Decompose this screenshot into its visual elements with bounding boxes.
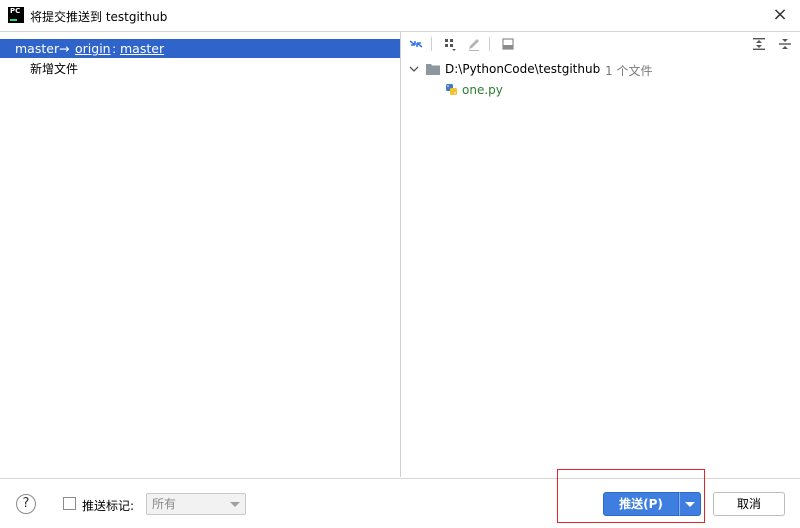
title-bar: PC 将提交推送到 testgithub × (0, 0, 800, 32)
changes-toolbar (401, 32, 800, 56)
commit-list-item[interactable]: 新增文件 (30, 61, 78, 77)
commits-panel: master → origin : master 新增文件 (0, 32, 401, 477)
push-tags-checkbox[interactable] (63, 497, 76, 510)
push-tags-label: 推送标记: (82, 499, 135, 513)
caret-down-icon (685, 502, 695, 507)
push-arrow: → (59, 41, 70, 56)
push-button[interactable]: 推送(P) (603, 492, 679, 516)
file-name: one.py (462, 83, 503, 97)
commit-details-icon[interactable] (500, 36, 516, 52)
help-button[interactable]: ? (16, 494, 36, 514)
changes-panel: D:\PythonCode\testgithub 1 个文件 one.py (401, 32, 800, 477)
collapse-all-icon[interactable] (777, 36, 793, 52)
push-options-dropdown[interactable] (679, 492, 701, 516)
window-title: 将提交推送到 testgithub (30, 10, 168, 24)
edit-icon[interactable] (466, 36, 482, 52)
pycharm-logo-icon: PC (8, 7, 24, 23)
compare-icon[interactable] (408, 36, 424, 52)
logo-text: PC (10, 7, 21, 15)
remote-branch-link[interactable]: master (120, 39, 164, 58)
python-file-icon (446, 84, 457, 95)
tree-root-node[interactable]: D:\PythonCode\testgithub 1 个文件 (407, 62, 797, 78)
tags-select-value: 所有 (152, 497, 177, 511)
chevron-down-icon[interactable] (409, 64, 419, 74)
local-branch: master (15, 41, 60, 56)
remote-link[interactable]: origin (75, 39, 111, 58)
close-button[interactable]: × (770, 5, 790, 25)
tags-select[interactable]: 所有 (146, 493, 246, 515)
root-path: D:\PythonCode\testgithub (445, 62, 601, 76)
folder-icon (426, 64, 440, 75)
branch-push-row[interactable]: master → origin : master (0, 39, 400, 58)
file-count: 1 个文件 (605, 64, 653, 78)
cancel-button[interactable]: 取消 (713, 492, 785, 516)
remote-separator: : (112, 41, 117, 56)
expand-all-icon[interactable] (751, 36, 767, 52)
chevron-down-icon (230, 502, 240, 507)
group-by-icon[interactable] (442, 36, 458, 52)
